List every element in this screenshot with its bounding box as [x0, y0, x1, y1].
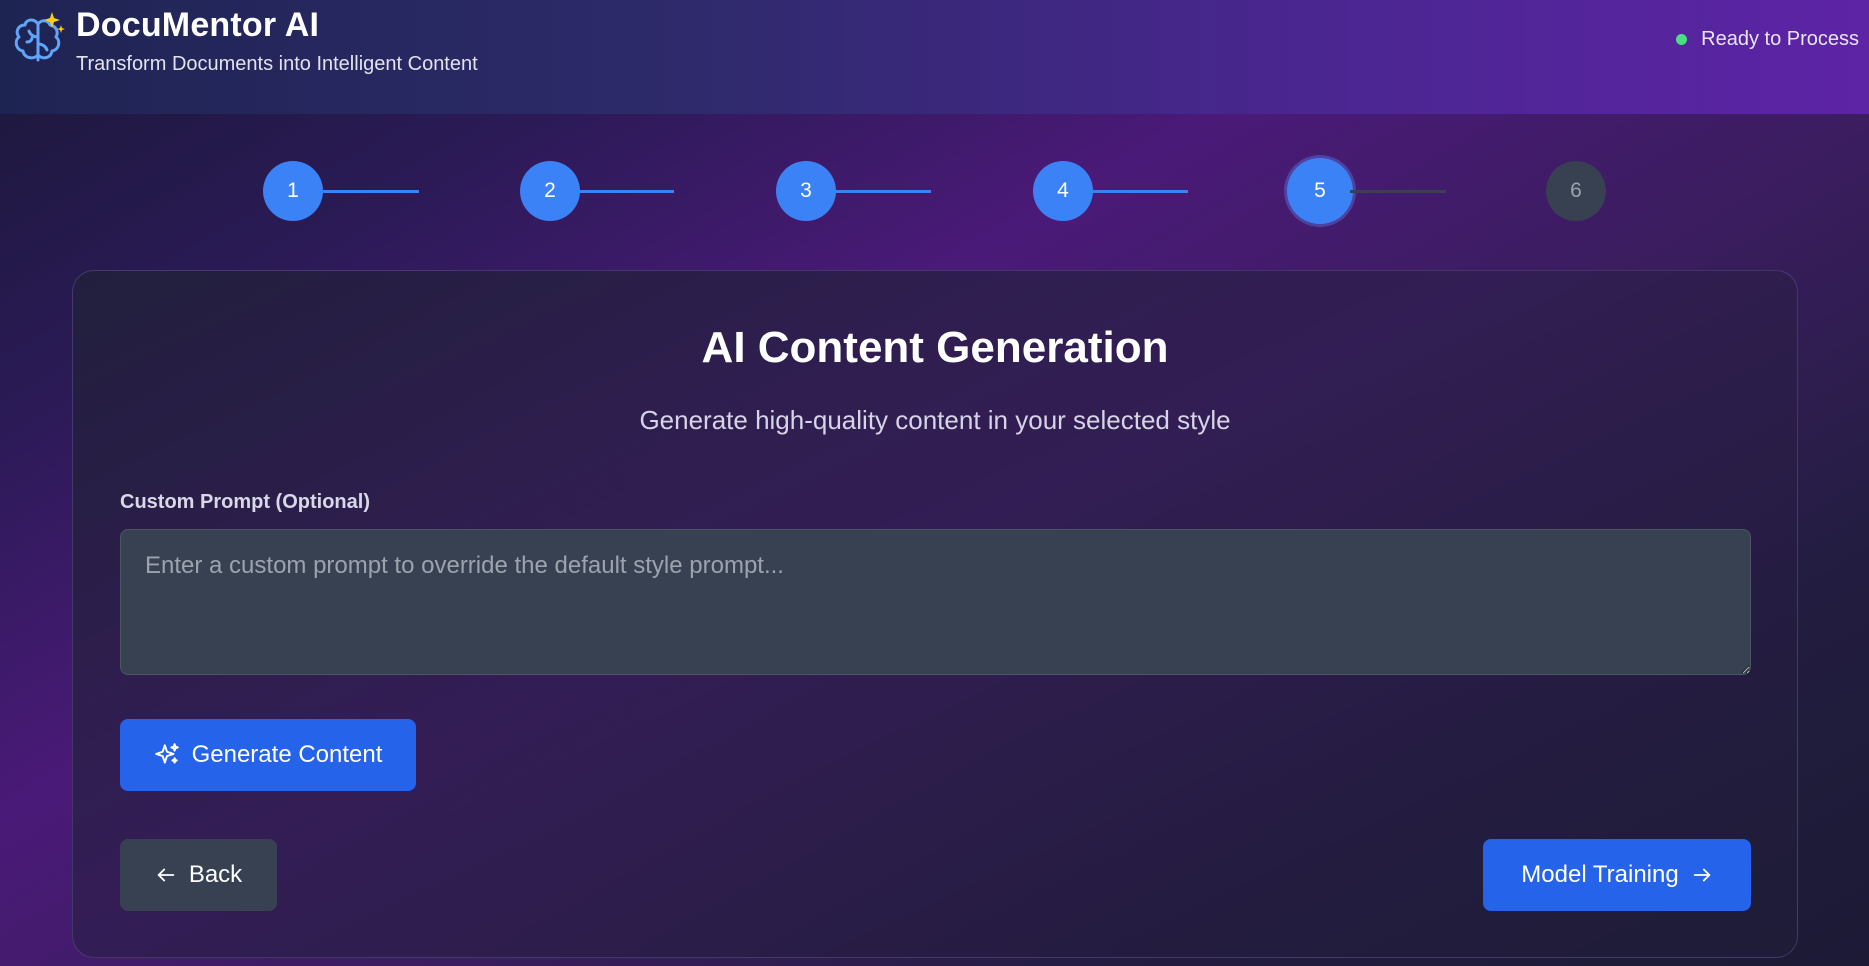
step-4[interactable]: 4	[1033, 161, 1093, 221]
generate-content-button[interactable]: Generate Content	[120, 719, 416, 791]
content-generation-card: AI Content Generation Generate high-qual…	[72, 270, 1798, 958]
step-connector	[1092, 190, 1188, 193]
generate-content-label: Generate Content	[191, 741, 383, 768]
back-label: Back	[188, 861, 243, 888]
app-title: DocuMentor AI	[76, 6, 320, 44]
step-2[interactable]: 2	[520, 161, 580, 221]
custom-prompt-label: Custom Prompt (Optional)	[120, 491, 370, 513]
model-training-button[interactable]: Model Training	[1483, 839, 1751, 911]
page-subtitle: Generate high-quality content in your se…	[639, 405, 1231, 435]
step-connector	[323, 190, 419, 193]
page-title: AI Content Generation	[701, 323, 1169, 372]
brain-sparkle-icon	[14, 12, 65, 62]
step-1[interactable]: 1	[263, 161, 323, 221]
arrow-left-icon	[157, 868, 175, 882]
sparkles-icon	[154, 743, 179, 764]
arrow-right-icon	[1693, 868, 1710, 882]
step-connector	[578, 190, 674, 193]
step-connector	[835, 190, 931, 193]
status-indicator: Ready to Process	[1676, 28, 1859, 51]
step-connector	[1350, 190, 1446, 193]
custom-prompt-input[interactable]	[120, 529, 1751, 675]
app-subtitle: Transform Documents into Intelligent Con…	[76, 53, 478, 75]
back-button[interactable]: Back	[120, 839, 277, 911]
step-6[interactable]: 6	[1546, 161, 1606, 221]
progress-stepper: 1 2 3 4 5 6	[0, 150, 1869, 230]
app-header: DocuMentor AI Transform Documents into I…	[0, 0, 1869, 114]
status-text: Ready to Process	[1701, 28, 1859, 50]
model-training-label: Model Training	[1521, 861, 1679, 888]
step-3[interactable]: 3	[776, 161, 836, 221]
step-5[interactable]: 5	[1287, 158, 1353, 224]
status-dot-icon	[1676, 34, 1688, 45]
